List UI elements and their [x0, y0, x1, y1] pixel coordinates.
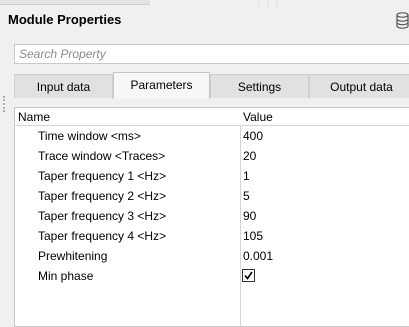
grid-header: Name Value — [15, 108, 409, 126]
search-property-box[interactable] — [14, 44, 409, 64]
property-grid: Name Value Time window <ms> 400 Trace wi… — [14, 107, 409, 327]
docked-tab-stub[interactable] — [0, 0, 150, 5]
property-name: Time window <ms> — [38, 129, 141, 143]
property-row[interactable]: Min phase — [15, 266, 409, 286]
tab-output-data[interactable]: Output data — [309, 74, 409, 98]
database-icon[interactable] — [396, 12, 409, 30]
property-row[interactable]: Trace window <Traces> 20 — [15, 146, 409, 166]
property-value[interactable]: 400 — [243, 129, 263, 143]
panel-title: Module Properties — [8, 12, 122, 27]
property-value[interactable]: 5 — [243, 189, 250, 203]
property-name: Taper frequency 4 <Hz> — [38, 229, 167, 243]
tab-bar: Input data Parameters Settings Output da… — [14, 72, 409, 99]
property-value[interactable]: 105 — [243, 229, 263, 243]
tab-parameters[interactable]: Parameters — [113, 72, 210, 99]
property-name: Taper frequency 1 <Hz> — [38, 169, 167, 183]
property-name: Trace window <Traces> — [38, 149, 166, 163]
property-row[interactable]: Taper frequency 3 <Hz> 90 — [15, 206, 409, 226]
property-row[interactable]: Taper frequency 2 <Hz> 5 — [15, 186, 409, 206]
property-name: Min phase — [38, 269, 94, 283]
property-value[interactable]: 0.001 — [243, 249, 273, 263]
column-header-name[interactable]: Name — [18, 110, 50, 124]
tab-input-data[interactable]: Input data — [14, 74, 113, 98]
splitter-grip-icon[interactable] — [3, 96, 7, 112]
column-header-value[interactable]: Value — [243, 110, 273, 124]
property-value[interactable]: 20 — [243, 149, 256, 163]
search-input[interactable] — [15, 45, 409, 63]
property-row[interactable]: Prewhitening 0.001 — [15, 246, 409, 266]
property-name: Taper frequency 3 <Hz> — [38, 209, 167, 223]
property-value[interactable]: 1 — [243, 169, 250, 183]
checkmark-icon — [244, 271, 253, 280]
tab-settings[interactable]: Settings — [210, 74, 309, 98]
property-row[interactable]: Taper frequency 1 <Hz> 1 — [15, 166, 409, 186]
property-row[interactable]: Taper frequency 4 <Hz> 105 — [15, 226, 409, 246]
drag-grip-icon[interactable]: ⋮⋮⋮ — [255, 0, 282, 7]
top-strip: ⋮⋮⋮ — [0, 0, 409, 7]
property-name: Prewhitening — [38, 249, 108, 263]
property-value[interactable]: 90 — [243, 209, 256, 223]
min-phase-checkbox[interactable] — [242, 269, 255, 282]
property-row[interactable]: Time window <ms> 400 — [15, 126, 409, 146]
property-name: Taper frequency 2 <Hz> — [38, 189, 167, 203]
